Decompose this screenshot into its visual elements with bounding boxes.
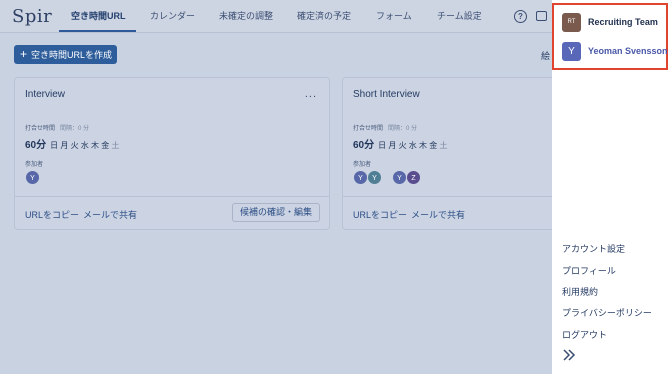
avatar: Z <box>406 170 421 185</box>
copy-url-link[interactable]: URLをコピー <box>353 208 407 221</box>
menu-logout[interactable]: ログアウト <box>562 328 607 341</box>
weekdays-on: 日 月 火 水 木 金 <box>50 141 110 150</box>
copy-url-link[interactable]: URLをコピー <box>25 208 79 221</box>
interval-label: 間隔：0 分 <box>60 126 90 132</box>
tab-unconfirmed[interactable]: 未確定の調整 <box>219 0 273 33</box>
event-card-interview[interactable]: Interview ... 打合せ時間 間隔：0 分 60分日 月 火 水 木 金… <box>14 77 330 230</box>
more-options-icon[interactable]: ... <box>305 88 317 100</box>
weekdays-off: 土 <box>439 141 448 150</box>
double-chevron-right-icon[interactable] <box>562 348 576 362</box>
duration-value: 60分 <box>25 140 47 151</box>
chat-icon[interactable] <box>536 11 547 21</box>
tab-forms[interactable]: フォーム <box>376 0 412 33</box>
avatar: Y <box>392 170 407 185</box>
weekdays: 日 月 火 水 木 金 土 <box>378 141 447 150</box>
card-title: Interview <box>25 89 66 100</box>
candidate-edit-button[interactable]: 候補の確認・編集 <box>231 203 320 222</box>
tab-team-settings[interactable]: チーム設定 <box>437 0 482 33</box>
avatar: Y <box>25 170 40 185</box>
account-name: Recruiting Team <box>588 17 658 27</box>
share-email-link[interactable]: メールで共有 <box>83 208 137 221</box>
meeting-time-label: 打合せ時間 <box>25 126 56 132</box>
account-panel: RT Recruiting Team Y Yeoman Svensson アカウ… <box>552 0 670 374</box>
menu-privacy-policy[interactable]: プライバシーポリシー <box>562 306 652 319</box>
tab-confirmed[interactable]: 確定済の予定 <box>297 0 351 33</box>
plus-icon: + <box>20 47 28 61</box>
weekdays-on: 日 月 火 水 木 金 <box>378 141 438 150</box>
duration-row: 60分日 月 火 水 木 金 土 <box>25 136 119 151</box>
create-url-label: 空き時間URLを作成 <box>31 50 113 60</box>
avatar: Y <box>353 170 368 185</box>
spir-logo[interactable]: Spir <box>12 6 52 27</box>
create-url-button[interactable]: + 空き時間URLを作成 <box>14 45 117 64</box>
participants-label: 参加者 <box>25 162 44 168</box>
divider <box>15 196 329 197</box>
tab-free-time-url[interactable]: 空き時間URL <box>71 0 126 33</box>
share-email-link[interactable]: メールで共有 <box>411 208 465 221</box>
partial-header-text: 絵 <box>541 51 551 61</box>
menu-terms[interactable]: 利用規約 <box>562 285 598 298</box>
menu-profile[interactable]: プロフィール <box>562 264 616 277</box>
meeting-time-meta: 打合せ時間 間隔：0 分 <box>25 123 89 132</box>
weekdays: 日 月 火 水 木 金 土 <box>50 141 119 150</box>
interval-label: 間隔：0 分 <box>388 126 418 132</box>
account-avatar: RT <box>562 13 581 32</box>
avatar: Y <box>367 170 382 185</box>
account-avatar: Y <box>562 42 581 61</box>
menu-account-settings[interactable]: アカウント設定 <box>562 242 625 255</box>
card-title: Short Interview <box>353 89 420 100</box>
duration-row: 60分日 月 火 水 木 金 土 <box>353 136 447 151</box>
participants-label: 参加者 <box>353 162 372 168</box>
meeting-time-meta: 打合せ時間 間隔：0 分 <box>353 123 417 132</box>
weekdays-off: 土 <box>111 141 120 150</box>
help-icon[interactable]: ? <box>514 10 527 23</box>
active-tab-indicator <box>59 30 136 32</box>
duration-value: 60分 <box>353 140 375 151</box>
account-name: Yeoman Svensson <box>588 46 668 56</box>
tab-calendar[interactable]: カレンダー <box>150 0 195 33</box>
meeting-time-label: 打合せ時間 <box>353 126 384 132</box>
